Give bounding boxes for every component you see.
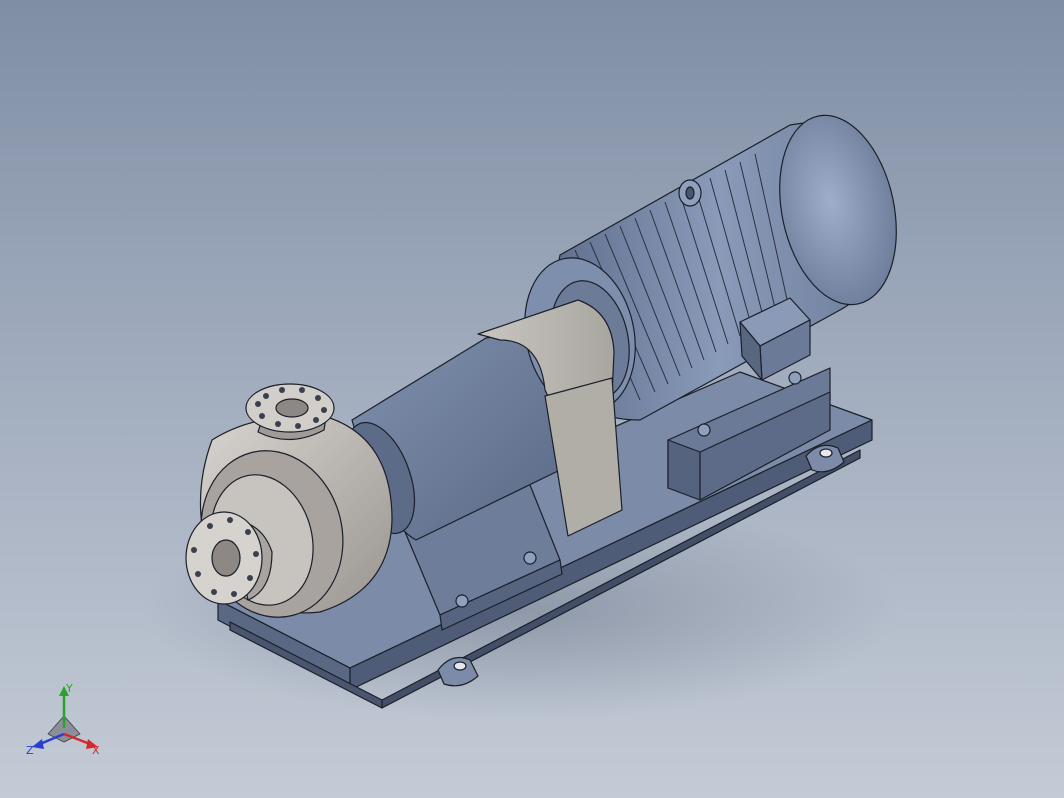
pedestal-bolt	[788, 371, 802, 385]
z-axis-arrow	[32, 739, 44, 749]
graphics-viewport[interactable]: Y X Z	[0, 0, 1064, 798]
discharge-flange[interactable]	[245, 383, 335, 441]
x-axis-label: X	[92, 744, 100, 756]
support-bolt	[455, 594, 469, 608]
support-bolt	[523, 551, 537, 565]
pump-assembly-model[interactable]	[0, 0, 1064, 798]
y-axis-label: Y	[65, 682, 73, 695]
z-axis-label: Z	[26, 744, 34, 756]
pedestal-bolt	[697, 423, 711, 437]
eye-bolt	[678, 179, 702, 207]
orientation-triad[interactable]: Y X Z	[22, 682, 106, 756]
